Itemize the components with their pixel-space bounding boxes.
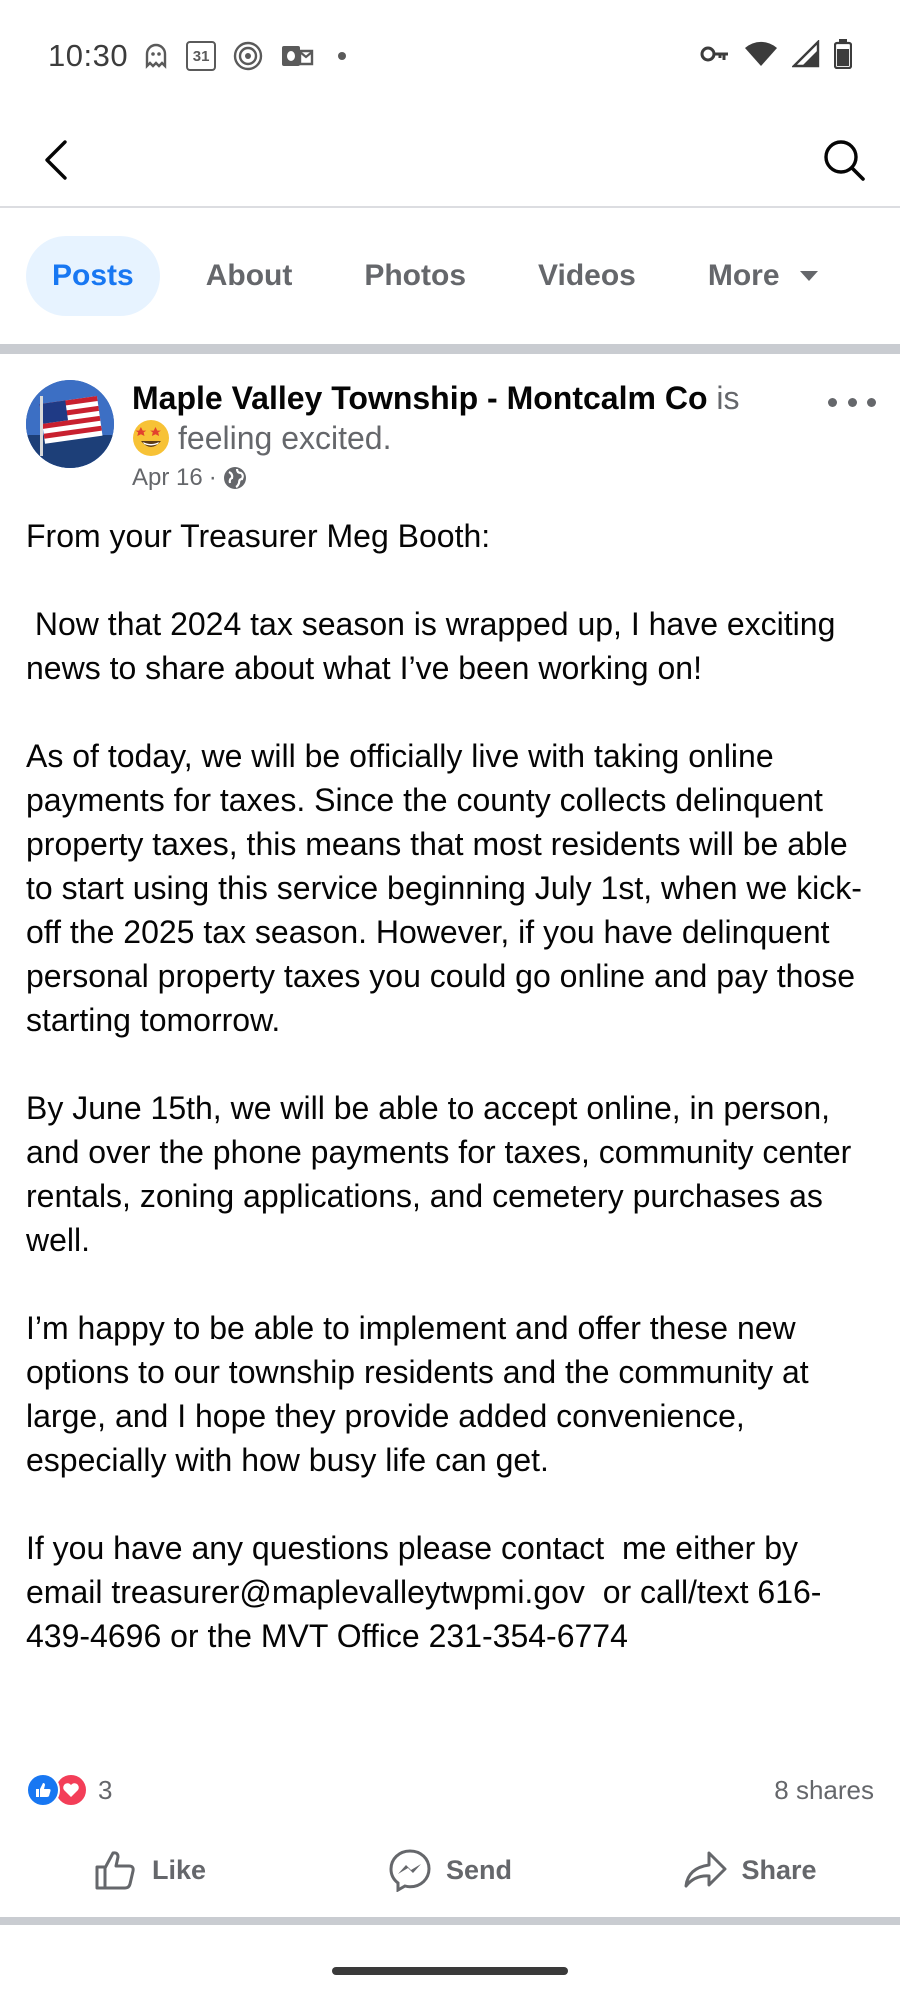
post-is-text: is xyxy=(707,380,740,416)
tab-videos-label: Videos xyxy=(538,259,636,292)
dot-icon xyxy=(338,52,347,60)
post-paragraph: Now that 2024 tax season is wrapped up, … xyxy=(26,606,845,686)
feeling-line: feeling excited. xyxy=(132,418,812,458)
battery-icon xyxy=(833,38,853,74)
share-button[interactable]: Share xyxy=(600,1850,900,1890)
share-label: Share xyxy=(741,1854,817,1885)
ghost-icon xyxy=(142,42,170,70)
post-date[interactable]: Apr 16 xyxy=(132,464,203,492)
feeling-text: feeling excited. xyxy=(178,420,392,456)
calendar-icon: 31 xyxy=(186,41,217,71)
messenger-icon xyxy=(389,1849,431,1892)
like-reaction-icon xyxy=(26,1773,60,1807)
page-tabs: Posts About Photos Videos More xyxy=(26,236,864,316)
tab-about-label: About xyxy=(205,259,293,292)
wifi-icon xyxy=(744,40,778,73)
more-dots-icon-dot xyxy=(847,397,857,407)
post-paragraph: By June 15th, we will be able to accept … xyxy=(26,1090,861,1258)
back-button[interactable] xyxy=(32,136,80,184)
tab-posts[interactable]: Posts xyxy=(26,236,160,316)
post-header: Maple Valley Township - Montcalm Co is f… xyxy=(26,378,876,498)
post-meta: Maple Valley Township - Montcalm Co is f… xyxy=(132,378,812,492)
post-paragraph: If you have any questions please contact… xyxy=(26,1530,822,1654)
send-label: Send xyxy=(445,1854,512,1885)
search-icon xyxy=(824,140,865,181)
date-separator: · xyxy=(208,464,217,491)
more-dots-icon xyxy=(828,397,837,407)
home-gesture-bar[interactable] xyxy=(332,1967,568,1975)
share-arrow-icon xyxy=(684,1851,727,1888)
post-body: From your Treasurer Meg Booth: Now that … xyxy=(26,514,876,1658)
post-paragraph: As of today, we will be officially live … xyxy=(26,738,864,1038)
page-name-link[interactable]: Maple Valley Township - Montcalm Co xyxy=(132,380,707,416)
send-button[interactable]: Send xyxy=(300,1848,600,1892)
tab-photos-label: Photos xyxy=(364,259,467,292)
post-paragraph: From your Treasurer Meg Booth: xyxy=(26,518,491,554)
tab-about[interactable]: About xyxy=(180,236,319,316)
excited-emoji-icon xyxy=(133,420,169,456)
post-action-bar: Like Send Share xyxy=(0,1838,900,1902)
app-header xyxy=(0,112,900,208)
thumbs-up-icon xyxy=(95,1851,135,1890)
page-avatar[interactable] xyxy=(26,380,114,468)
post-date-line: Apr 16 · xyxy=(132,464,812,492)
status-system-icons xyxy=(700,38,853,74)
signal-icon xyxy=(791,38,820,73)
bottom-divider xyxy=(0,1917,900,1925)
caret-down-icon xyxy=(799,271,818,281)
outlook-icon xyxy=(280,42,314,70)
status-notification-icons: 31 xyxy=(142,40,347,72)
reactions-row: 3 8 shares xyxy=(26,1770,874,1810)
more-dots-icon-dot xyxy=(867,397,876,407)
post-title-line: Maple Valley Township - Montcalm Co is xyxy=(132,378,812,418)
tab-more[interactable]: More xyxy=(682,236,844,316)
back-arrow-icon xyxy=(45,140,67,180)
tab-photos[interactable]: Photos xyxy=(338,236,492,316)
like-button[interactable]: Like xyxy=(0,1849,300,1891)
like-label: Like xyxy=(151,1854,207,1885)
tab-posts-label: Posts xyxy=(52,259,134,292)
flag-avatar-image xyxy=(26,380,114,468)
shares-count[interactable]: 8 shares xyxy=(774,1775,874,1806)
globe-icon xyxy=(223,467,246,489)
search-button[interactable] xyxy=(818,134,870,186)
tab-more-label: More xyxy=(707,259,780,292)
tab-videos[interactable]: Videos xyxy=(512,236,662,316)
reaction-summary[interactable] xyxy=(26,1773,88,1807)
vpn-key-icon xyxy=(700,44,730,69)
target-icon xyxy=(232,40,264,72)
status-bar: 10:30 31 xyxy=(0,0,900,112)
post-paragraph: I’m happy to be able to implement and of… xyxy=(26,1310,818,1478)
section-divider xyxy=(0,344,900,354)
status-time: 10:30 xyxy=(48,38,129,73)
reaction-count[interactable]: 3 xyxy=(98,1775,112,1806)
calendar-day: 31 xyxy=(192,47,210,65)
post-more-options-button[interactable] xyxy=(828,388,876,416)
